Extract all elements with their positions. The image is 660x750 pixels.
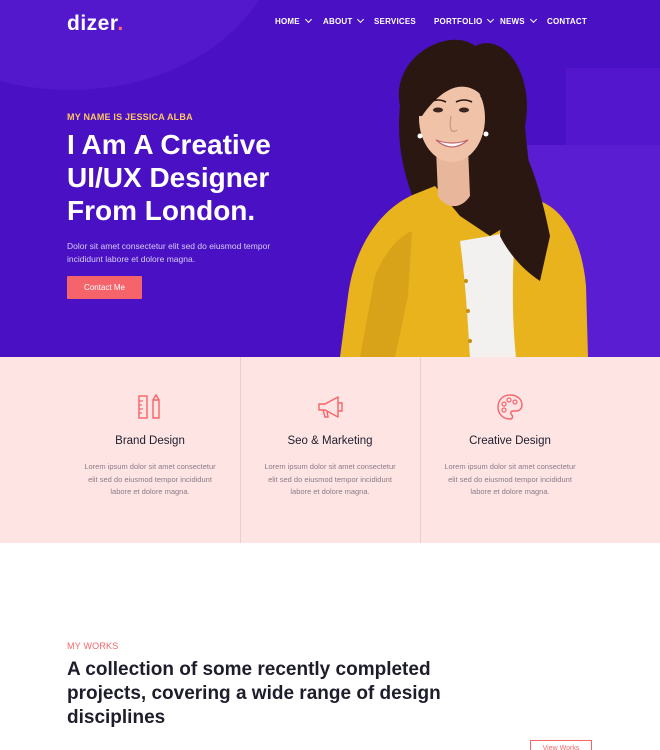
service-title: Brand Design — [115, 435, 185, 447]
service-title: Creative Design — [469, 435, 551, 447]
nav-item-label: ABOUT — [323, 17, 353, 26]
hero-headline: I Am A Creative UI/UX Designer From Lond… — [67, 129, 271, 226]
services-section: Brand Design Lorem ipsum dolor sit amet … — [0, 357, 660, 543]
chevron-down-icon — [357, 15, 365, 24]
chevron-down-icon — [529, 15, 537, 24]
nav-item-services[interactable]: SERVICES — [374, 17, 416, 26]
ruler-pencil-icon — [138, 393, 160, 419]
service-description: Lorem ipsum dolor sit amet consectetur e… — [444, 462, 576, 496]
nav-item-home[interactable]: HOME — [275, 15, 312, 26]
hero-bg-circle — [0, 0, 280, 90]
chevron-down-icon — [487, 15, 495, 24]
nav-item-about[interactable]: ABOUT — [323, 15, 365, 26]
hero-section: dizer. HOME ABOUT SERVICES PORTFOLIO NEW… — [0, 0, 660, 357]
service-card-brand-design: Brand Design Lorem ipsum dolor sit amet … — [60, 357, 240, 543]
works-title: A collection of some recently completed … — [67, 659, 441, 728]
works-eyebrow: MY WORKS — [67, 641, 119, 651]
nav-item-news[interactable]: NEWS — [500, 15, 537, 26]
nav-item-label: NEWS — [500, 17, 525, 26]
contact-me-button[interactable]: Contact Me — [67, 276, 142, 299]
hero-lead-text: Dolor sit amet consectetur elit sed do e… — [67, 241, 271, 264]
service-title: Seo & Marketing — [287, 435, 373, 447]
nav-item-contact[interactable]: CONTACT — [547, 17, 587, 26]
service-card-seo-marketing: Seo & Marketing Lorem ipsum dolor sit am… — [240, 357, 420, 543]
hero-portrait-image — [340, 39, 588, 357]
palette-icon — [497, 394, 523, 420]
logo-text: dizer — [67, 12, 118, 35]
view-works-button[interactable]: View Works — [530, 740, 592, 750]
site-logo[interactable]: dizer. — [67, 12, 124, 36]
service-card-creative-design: Creative Design Lorem ipsum dolor sit am… — [420, 357, 600, 543]
service-description: Lorem ipsum dolor sit amet consectetur e… — [84, 462, 216, 496]
hero-eyebrow: MY NAME IS JESSICA ALBA — [67, 112, 193, 122]
nav-item-label: CONTACT — [547, 17, 587, 26]
nav-item-portfolio[interactable]: PORTFOLIO — [434, 15, 495, 26]
nav-item-label: PORTFOLIO — [434, 17, 483, 26]
service-description: Lorem ipsum dolor sit amet consectetur e… — [264, 462, 396, 496]
chevron-down-icon — [304, 15, 312, 24]
nav-item-label: SERVICES — [374, 17, 416, 26]
nav-item-label: HOME — [275, 17, 300, 26]
logo-dot: . — [117, 12, 124, 35]
megaphone-icon — [318, 396, 343, 418]
